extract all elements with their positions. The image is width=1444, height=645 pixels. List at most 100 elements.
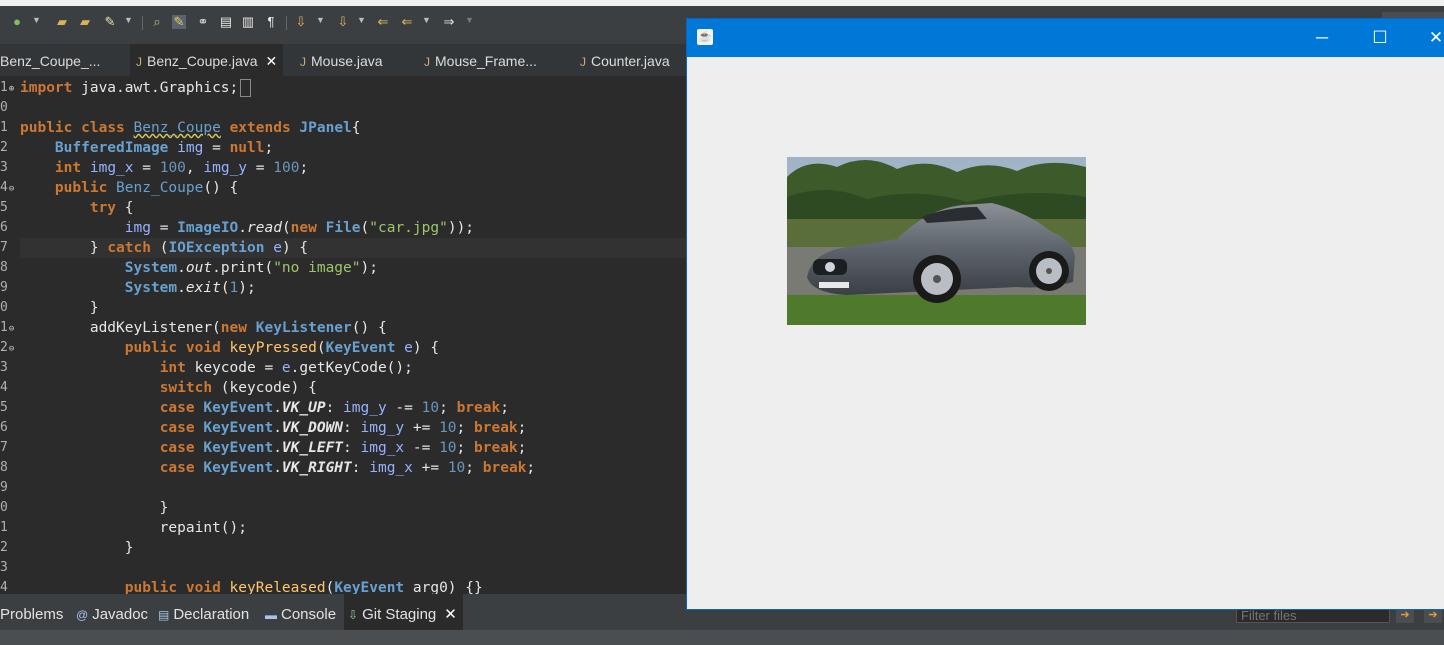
format-icon[interactable]: ▥ (241, 15, 255, 29)
code-line[interactable]: } (20, 498, 169, 518)
search-icon[interactable]: ⌕ (150, 15, 164, 29)
line-number: 9 (0, 280, 8, 295)
line-number: 6 (0, 220, 8, 235)
new-package-icon[interactable]: ▰ (55, 15, 69, 29)
code-line[interactable]: } catch (IOException e) { (20, 238, 690, 258)
line-number: 6 (0, 420, 8, 435)
code-line[interactable]: case KeyEvent.VK_RIGHT: img_x += 10; bre… (20, 458, 535, 478)
code-line[interactable]: System.exit(1); (20, 278, 256, 298)
code-line[interactable]: import java.awt.Graphics; (20, 78, 251, 98)
line-number-gutter: 1⊕ 0 1 2 3 4⊖ 5 6 7 8 9 0 1⊖ 2⊖ 3 4 5 6 7 8 9 0 1 2 3 4 (0, 76, 18, 594)
line-number: 1⊕ (0, 80, 15, 95)
tab-console[interactable]: ▬ Console (265, 594, 336, 630)
code-line[interactable]: public void keyReleased(KeyEvent arg0) {… (20, 578, 483, 594)
code-line[interactable]: BufferedImage img = null; (20, 138, 273, 158)
code-line[interactable]: repaint(); (20, 518, 247, 538)
code-editor[interactable]: 1⊕ 0 1 2 3 4⊖ 5 6 7 8 9 0 1⊖ 2⊖ 3 4 5 6 7 8 9 0 1 2 3 4 import ja… (0, 76, 690, 594)
tab-label: Mouse_Frame... (435, 53, 537, 69)
code-line[interactable]: case KeyEvent.VK_UP: img_y -= 10; break; (20, 398, 509, 418)
minimize-button[interactable]: ─ (1299, 19, 1345, 57)
car-photo (787, 157, 1086, 325)
tab-label: Benz_Coupe.java (147, 53, 258, 69)
code-line[interactable]: } (20, 298, 99, 318)
code-line[interactable]: case KeyEvent.VK_DOWN: img_y += 10; brea… (20, 418, 527, 438)
tab-label: Git Staging (362, 606, 437, 623)
code-line[interactable]: public Benz_Coupe() { (20, 178, 238, 198)
maximize-button[interactable]: ☐ (1357, 19, 1403, 57)
code-line[interactable]: public class Benz_Coupe extends JPanel{ (20, 118, 361, 138)
tab-label: Mouse.java (311, 53, 383, 69)
annotation-icon[interactable]: ▤ (219, 15, 233, 29)
tab-mouse-frame[interactable]: J Mouse_Frame... (424, 44, 537, 76)
tab-counter-java[interactable]: J Counter.java (580, 44, 670, 76)
code-line[interactable]: } (20, 538, 134, 558)
tab-label: Counter.java (591, 53, 670, 69)
fold-toggle-icon[interactable]: ⊖ (9, 184, 14, 194)
line-number: 3 (0, 560, 8, 575)
line-number: 4 (0, 380, 8, 395)
line-number: 9 (0, 480, 8, 495)
line-number: 4 (0, 580, 8, 594)
line-number: 5 (0, 200, 8, 215)
fold-toggle-icon[interactable]: ⊖ (9, 344, 14, 354)
tab-git-staging[interactable]: ⇩ Git Staging ✕ (344, 594, 463, 630)
build-dropdown-icon[interactable]: ▼ (124, 15, 133, 25)
fold-toggle-icon[interactable]: ⊖ (9, 324, 14, 334)
code-line[interactable]: int keycode = e.getKeyCode(); (20, 358, 413, 378)
back-icon[interactable]: ⇐ (400, 15, 414, 29)
java-file-icon: J (300, 55, 306, 69)
tab-problems[interactable]: Problems (0, 594, 63, 630)
console-icon: ▬ (265, 608, 277, 622)
window-titlebar[interactable]: ☕ ─ ☐ ✕ (687, 19, 1444, 57)
code-line[interactable]: System.out.print("no image"); (20, 258, 378, 278)
line-number: 4⊖ (0, 180, 15, 195)
forward-dropdown-icon[interactable]: ▼ (465, 15, 474, 25)
tab-label: Console (281, 606, 337, 623)
line-number: 0 (0, 500, 8, 515)
declaration-icon: ▤ (158, 608, 170, 622)
java-file-icon: J (136, 55, 142, 69)
code-line[interactable]: addKeyListener(new KeyListener() { (20, 318, 387, 338)
code-line[interactable]: try { (20, 198, 134, 218)
highlight-icon[interactable]: ✎ (172, 15, 186, 29)
code-line[interactable]: img = ImageIO.read(new File("car.jpg")); (20, 218, 474, 238)
tab-javadoc[interactable]: @ Javadoc (76, 594, 148, 630)
filter-files-input[interactable] (1236, 608, 1390, 623)
show-whitespace-icon[interactable]: ¶ (264, 15, 278, 29)
code-line[interactable]: public void keyPressed(KeyEvent e) { (20, 338, 439, 358)
last-edit-icon[interactable]: ⇐ (376, 15, 390, 29)
code-line[interactable]: int img_x = 100, img_y = 100; (20, 158, 308, 178)
pin-dropdown-icon[interactable]: ▼ (316, 15, 325, 25)
tab-mouse-java[interactable]: J Mouse.java (300, 44, 383, 76)
tab-benz-coupe-frame[interactable]: Benz_Coupe_... (0, 44, 100, 76)
code-line[interactable]: case KeyEvent.VK_LEFT: img_x -= 10; brea… (20, 438, 527, 458)
close-icon[interactable]: ✕ (266, 53, 278, 69)
next-annotation-dropdown-icon[interactable]: ▼ (357, 15, 366, 25)
back-dropdown-icon[interactable]: ▼ (422, 15, 431, 25)
java-frame-window: ☕ ─ ☐ ✕ (686, 18, 1444, 610)
status-bar (0, 630, 1444, 645)
next-annotation-icon[interactable]: ⇩ (336, 15, 350, 29)
code-line[interactable]: switch (keycode) { (20, 378, 317, 398)
line-number: 1⊖ (0, 320, 15, 335)
pin-icon[interactable]: ⇩ (294, 15, 308, 29)
build-icon[interactable]: ✎ (103, 15, 117, 29)
editor-tabbar: Benz_Coupe_... J Benz_Coupe.java ✕ J Mouse.… (0, 44, 690, 76)
forward-icon[interactable]: ⇒ (442, 15, 456, 29)
unstage-icon[interactable]: ➔ (1424, 608, 1442, 623)
java-file-icon: J (424, 55, 430, 69)
java-file-icon: J (580, 55, 586, 69)
open-type-icon[interactable]: ▰ (78, 15, 92, 29)
close-button[interactable]: ✕ (1413, 19, 1444, 57)
fold-toggle-icon[interactable]: ⊕ (9, 84, 14, 94)
tab-declaration[interactable]: ▤ Declaration (158, 594, 249, 630)
stage-icon[interactable]: ➔ (1396, 608, 1414, 623)
run-icon[interactable]: ● (10, 15, 24, 29)
line-number: 8 (0, 460, 8, 475)
tab-benz-coupe-java[interactable]: J Benz_Coupe.java ✕ (130, 44, 284, 76)
java-cup-icon: ☕ (697, 29, 713, 45)
git-staging-icon: ⇩ (348, 608, 359, 622)
run-dropdown-icon[interactable]: ▼ (32, 15, 41, 25)
link-icon[interactable]: ⚭ (196, 15, 210, 29)
close-icon[interactable]: ✕ (444, 606, 457, 623)
